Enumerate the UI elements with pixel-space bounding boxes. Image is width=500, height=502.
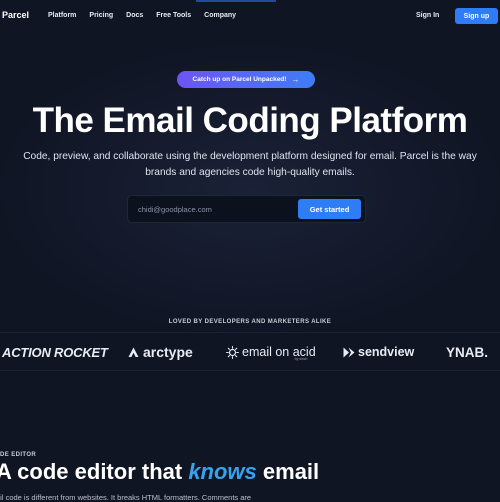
email-on-acid-by-text: by sinch [294, 357, 308, 361]
arrow-right-icon: → [291, 75, 300, 84]
editor-section-eyebrow: DE EDITOR [0, 452, 37, 458]
announcement-label: Catch up on Parcel Unpacked! [192, 76, 287, 83]
announcement-pill[interactable]: Catch up on Parcel Unpacked! → [177, 71, 315, 88]
nav-link-company[interactable]: Company [204, 12, 236, 19]
action-rocket-logo: ACTION ROCKET [2, 343, 108, 361]
editor-title-suffix: email [256, 459, 320, 484]
sendview-icon [343, 347, 355, 357]
brand-logo[interactable]: Parcel [2, 10, 29, 20]
email-input[interactable] [138, 202, 288, 216]
nav-link-docs[interactable]: Docs [126, 12, 143, 19]
email-signup-form: Get started [127, 195, 366, 223]
arctype-logo-text: arctype [143, 344, 193, 360]
get-started-button[interactable]: Get started [298, 199, 361, 219]
nav-link-free-tools[interactable]: Free Tools [156, 12, 191, 19]
hero-subtitle: Code, preview, and collaborate using the… [0, 149, 500, 181]
sendview-logo: sendview [343, 343, 414, 361]
nav-links: Platform Pricing Docs Free Tools Company [48, 12, 236, 19]
ynab-logo-text: YNAB. [446, 344, 489, 360]
editor-section-title: A code editor that knows email [0, 459, 319, 485]
arctype-logo: arctype [128, 343, 193, 361]
hero-subtitle-line-1: Code, preview, and collaborate using the… [23, 151, 477, 162]
email-on-acid-logo: email on acid by sinch [226, 343, 316, 361]
sendview-logo-text: sendview [358, 345, 415, 359]
hero-title: The Email Coding Platform [32, 101, 468, 140]
logos-heading: LOVED BY DEVELOPERS AND MARKETERS ALIKE [168, 319, 332, 325]
customer-logo-strip: ACTION ROCKET arctype email on acid by s… [0, 332, 500, 371]
editor-title-emphasis: knows [188, 459, 257, 484]
action-rocket-logo-text: ACTION ROCKET [2, 344, 108, 360]
editor-title-prefix: A code editor that [0, 459, 189, 484]
sign-up-button[interactable]: Sign up [455, 8, 498, 24]
arctype-icon [128, 347, 139, 357]
nav-link-platform[interactable]: Platform [48, 12, 76, 19]
ynab-logo: YNAB. [446, 343, 488, 361]
sign-in-link[interactable]: Sign In [416, 12, 439, 19]
hero-subtitle-line-2: brands and agencies code high-quality em… [145, 167, 355, 178]
nav-accent-line [196, 0, 276, 2]
editor-section-body: ail code is different from websites. It … [0, 493, 252, 502]
email-on-acid-icon [226, 345, 239, 359]
nav-link-pricing[interactable]: Pricing [89, 12, 113, 19]
top-navigation: Parcel Platform Pricing Docs Free Tools … [0, 0, 500, 33]
